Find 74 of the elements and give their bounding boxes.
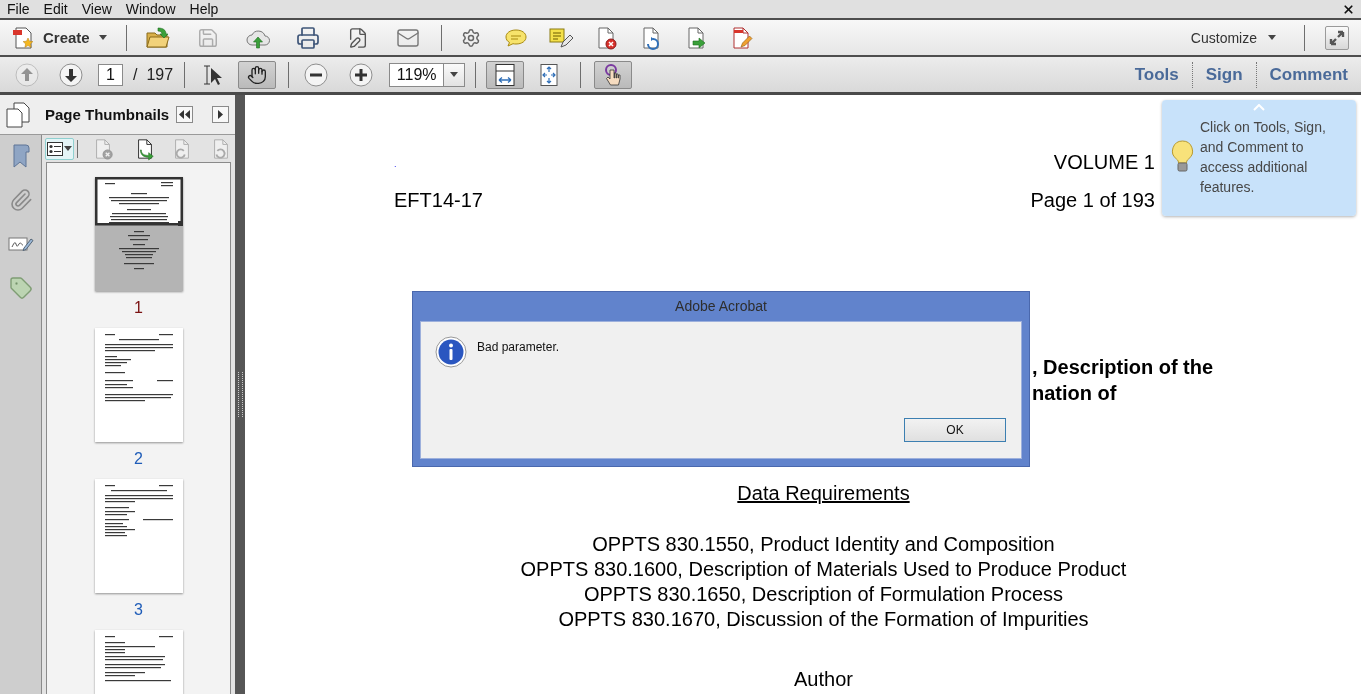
printer-icon (295, 25, 320, 50)
dialog-button[interactable]: OK (904, 418, 1006, 442)
pane-tab[interactable]: Tools (1121, 59, 1192, 90)
page-label: Page 1 of 193 (1030, 189, 1155, 212)
menu-item[interactable]: View (74, 0, 119, 18)
caret-icon (98, 35, 107, 40)
title-text: nation of (1032, 381, 1117, 406)
settings-icon (460, 27, 481, 48)
requirement-text: OPPTS 830.1650, Description of Formulation Process (583, 582, 1064, 607)
title-text: , Description of the (1032, 355, 1214, 380)
list-icon (47, 141, 63, 156)
expand-arrows-icon (1328, 28, 1346, 47)
caret-icon (450, 72, 459, 77)
hand-icon (247, 64, 268, 85)
page-number: 3 (134, 600, 143, 620)
grip-icon[interactable] (237, 372, 243, 417)
requirement-text: OPPTS 830.1670, Discussion of the Formation of Impurities (558, 607, 1089, 632)
collapse-button[interactable] (176, 106, 194, 123)
folder-icon (144, 25, 171, 50)
next-button[interactable] (212, 106, 230, 123)
page-separator: / (133, 65, 138, 84)
document-star-icon (12, 25, 34, 50)
tag-icon (8, 276, 33, 300)
pane-tab[interactable]: Comment (1256, 59, 1361, 90)
volume-text: VOLUME 1 (1053, 151, 1155, 174)
hand-tool-button[interactable] (238, 60, 277, 89)
page-count: 197 (146, 65, 174, 84)
panel-title: Page Thumbnails (45, 106, 170, 123)
info-icon (435, 336, 467, 368)
lightbulb-icon (1171, 140, 1194, 174)
double-left-triangle-icon (179, 110, 191, 119)
menu-item[interactable]: Help (182, 0, 226, 18)
page-thumbnail[interactable] (94, 479, 183, 593)
zoom-field[interactable]: 119% (389, 62, 444, 87)
page-number: 1 (134, 298, 143, 318)
plus-icon (349, 62, 374, 87)
page-arrows-icon (538, 62, 561, 87)
menu-item[interactable]: Window (118, 0, 183, 18)
read-mode-button[interactable] (594, 60, 633, 89)
dialog-title: Adobe Acrobat (674, 297, 768, 316)
author-heading: Author (794, 668, 853, 691)
bookmark-icon (10, 143, 31, 169)
paperclip-icon (8, 188, 33, 212)
pages-icon (5, 100, 31, 129)
marker-text: . (394, 160, 397, 169)
section-heading: Data Requirements (737, 482, 910, 505)
menu-item[interactable]: Edit (36, 0, 75, 18)
caret-icon (1268, 35, 1276, 40)
fit-page-button[interactable] (486, 60, 525, 89)
requirement-text: OPPTS 830.1600, Description of Materials Used to Produce Product (520, 557, 1127, 582)
thumbnail-options-button[interactable] (45, 137, 74, 160)
chevron-up-icon (1253, 104, 1265, 111)
requirement-text: OPPTS 830.1550, Product Identity and Composition (592, 532, 1055, 557)
document-id: EFT14-17 (394, 189, 483, 212)
speech-bubble-icon (503, 27, 528, 48)
pane-tab[interactable]: Sign (1192, 59, 1256, 90)
page-fit-icon (494, 62, 517, 87)
page-number: 2 (134, 449, 143, 469)
full-screen-button[interactable] (1325, 25, 1349, 50)
zoom-dropdown-button[interactable] (443, 62, 466, 87)
minus-icon (304, 62, 329, 87)
menu-item[interactable]: File (0, 0, 37, 18)
customize-button[interactable]: Customize (1186, 23, 1280, 52)
highlighter-icon (547, 26, 574, 49)
right-triangle-icon (218, 110, 224, 119)
tooltip-text: Click on Tools, Sign, and Comment to access additional features. (1200, 118, 1327, 197)
caret-icon (64, 146, 72, 151)
dialog-message: Bad parameter. (477, 340, 560, 354)
page-thumbnail[interactable] (94, 328, 183, 442)
page-thumbnail[interactable] (94, 630, 183, 694)
page-number-field[interactable]: 1 (98, 63, 123, 86)
page-thumbnail[interactable] (94, 177, 183, 291)
close-icon[interactable] (1342, 2, 1355, 16)
create-button[interactable]: Create (8, 22, 111, 53)
